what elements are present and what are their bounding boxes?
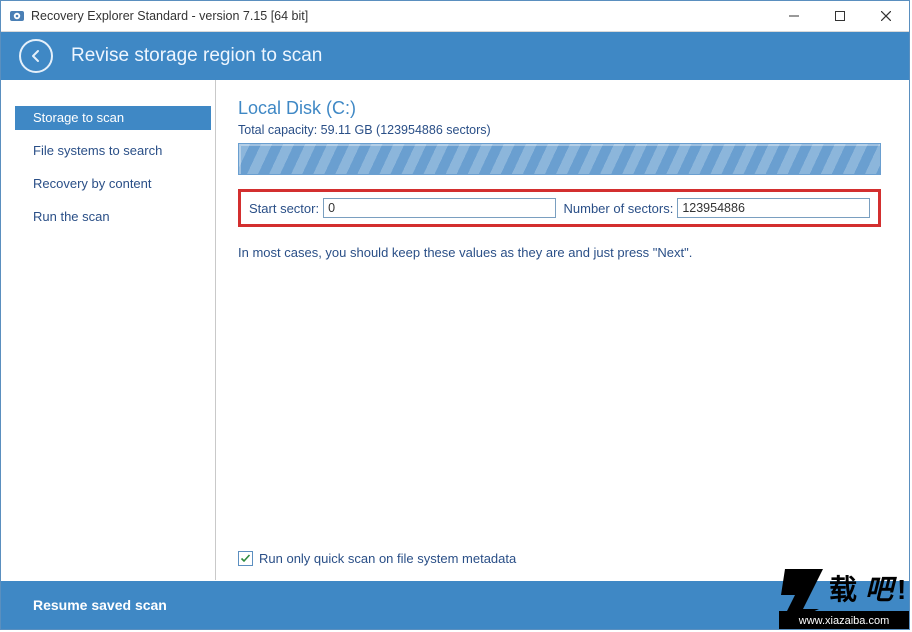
sidebar-item-file-systems[interactable]: File systems to search <box>1 139 215 163</box>
capacity-bar <box>238 143 881 175</box>
maximize-button[interactable] <box>817 1 863 31</box>
quick-scan-label: Run only quick scan on file system metad… <box>259 551 516 566</box>
sidebar-item-recovery-by-content[interactable]: Recovery by content <box>1 172 215 196</box>
main-panel: Local Disk (C:) Total capacity: 59.11 GB… <box>216 80 909 580</box>
titlebar: Recovery Explorer Standard - version 7.1… <box>1 1 909 32</box>
app-window: Recovery Explorer Standard - version 7.1… <box>0 0 910 630</box>
back-button[interactable] <box>19 39 53 73</box>
sidebar-item-storage-to-scan[interactable]: Storage to scan <box>15 106 211 130</box>
content-area: Storage to scan File systems to search R… <box>1 80 909 580</box>
capacity-text: Total capacity: 59.11 GB (123954886 sect… <box>238 123 881 137</box>
resume-saved-scan-link[interactable]: Resume saved scan <box>33 597 167 613</box>
quick-scan-option[interactable]: Run only quick scan on file system metad… <box>238 551 516 566</box>
window-controls <box>771 1 909 31</box>
start-sector-label: Start sector: <box>249 201 319 216</box>
num-sectors-label: Number of sectors: <box>564 201 674 216</box>
minimize-button[interactable] <box>771 1 817 31</box>
quick-scan-checkbox[interactable] <box>238 551 253 566</box>
start-sector-field: Start sector: <box>249 198 556 218</box>
app-icon <box>9 8 25 24</box>
sector-fields-highlight: Start sector: Number of sectors: <box>238 189 881 227</box>
disk-title: Local Disk (C:) <box>238 98 881 119</box>
footer-bar: Resume saved scan <box>1 581 909 629</box>
wizard-sidebar: Storage to scan File systems to search R… <box>1 80 216 580</box>
page-header: Revise storage region to scan <box>1 32 909 80</box>
hint-text: In most cases, you should keep these val… <box>238 245 881 260</box>
start-sector-input[interactable] <box>323 198 555 218</box>
sidebar-item-run-the-scan[interactable]: Run the scan <box>1 205 215 229</box>
close-button[interactable] <box>863 1 909 31</box>
num-sectors-input[interactable] <box>677 198 870 218</box>
arrow-left-icon <box>29 49 43 63</box>
window-title: Recovery Explorer Standard - version 7.1… <box>31 9 308 23</box>
check-icon <box>240 553 251 564</box>
page-title: Revise storage region to scan <box>71 45 322 67</box>
num-sectors-field: Number of sectors: <box>564 198 871 218</box>
